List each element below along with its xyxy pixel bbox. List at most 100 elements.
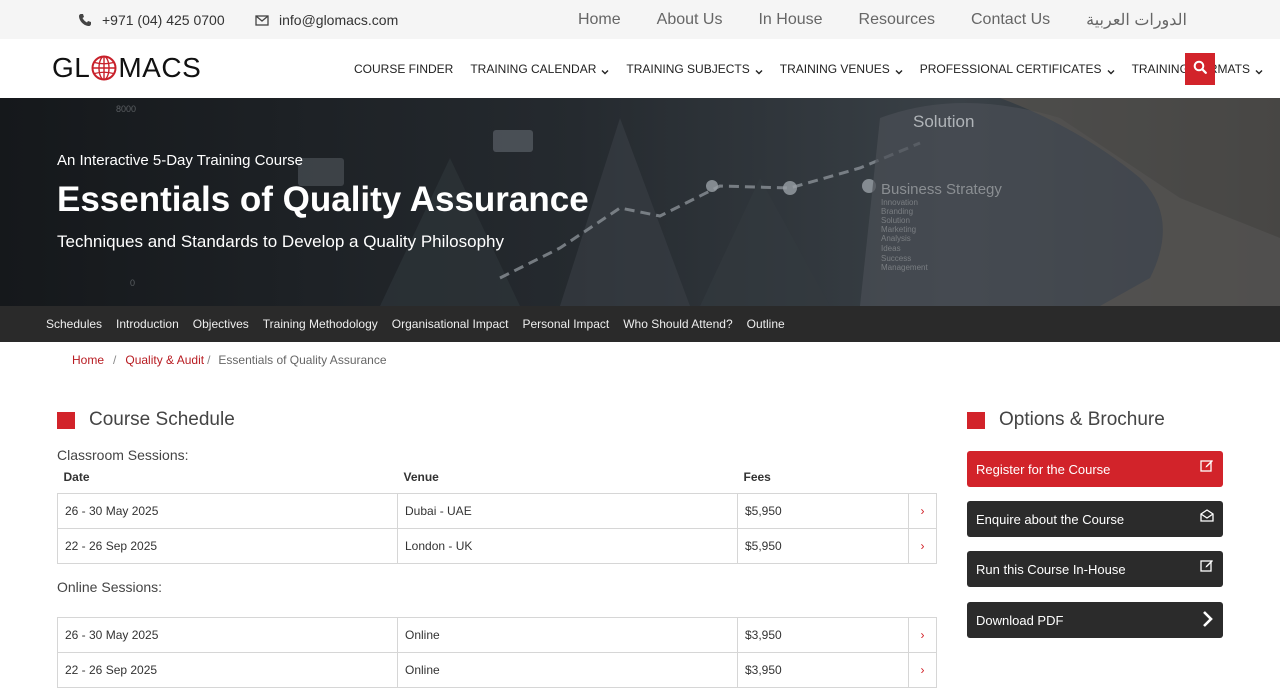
toplink-home[interactable]: Home: [578, 11, 621, 29]
course-schedule-heading: Course Schedule: [57, 409, 235, 431]
column-header-fees: Fees: [743, 470, 771, 485]
hero-bg-word: Business Strategy: [881, 181, 1002, 198]
course-schedule-title: Course Schedule: [89, 409, 235, 430]
hero-bg-word: Solution: [881, 216, 910, 225]
search-button[interactable]: [1185, 53, 1215, 85]
hero-bg-axis-label: 8000: [116, 104, 136, 114]
session-date: 26 - 30 May 2025: [57, 492, 398, 529]
logo-text-left: GL: [52, 52, 91, 83]
chevron-right-icon[interactable]: ›: [908, 652, 937, 688]
logo-text-right: MACS: [118, 52, 202, 83]
toplink-resources[interactable]: Resources: [859, 11, 935, 29]
button-label: Run this Course In-House: [976, 561, 1126, 577]
section-link-personal-impact[interactable]: Personal Impact: [523, 317, 610, 331]
envelope-icon: [255, 13, 269, 27]
classroom-sessions-label: Classroom Sessions:: [57, 447, 189, 463]
column-header-venue: Venue: [403, 470, 439, 485]
column-header-action: [909, 462, 937, 493]
nav-training-subjects[interactable]: TRAINING SUBJECTS: [626, 61, 763, 76]
online-sessions-label: Online Sessions:: [57, 579, 163, 595]
toplink-about-us[interactable]: About Us: [657, 11, 723, 29]
toplink-arabic-courses[interactable]: الدورات العربية: [1086, 10, 1187, 30]
session-fees: $3,950: [737, 617, 909, 653]
chevron-down-icon: [1255, 65, 1263, 74]
chevron-down-icon: [1107, 65, 1115, 74]
breadcrumb: Home / Quality & Audit / Essentials of Q…: [72, 353, 387, 367]
nav-label: PROFESSIONAL CERTIFICATES: [919, 61, 1102, 76]
phone-icon: [78, 13, 92, 27]
section-link-organisational-impact[interactable]: Organisational Impact: [392, 317, 509, 331]
session-venue: London - UK: [397, 527, 738, 564]
section-link-who-should-attend[interactable]: Who Should Attend?: [623, 317, 732, 331]
top-links: Home About Us In House Resources Contact…: [542, 0, 1187, 39]
run-in-house-button[interactable]: Run this Course In-House: [967, 551, 1223, 587]
button-label: Enquire about the Course: [976, 511, 1125, 527]
session-date: 22 - 26 Sep 2025: [57, 527, 398, 564]
breadcrumb-category[interactable]: Quality & Audit: [125, 353, 204, 367]
envelope-open-icon: [1200, 508, 1214, 522]
hero-bg-word: Branding: [881, 207, 913, 216]
nav-training-calendar[interactable]: TRAINING CALENDAR: [470, 62, 609, 76]
hero-banner: Solution Business Strategy Innovation Br…: [0, 98, 1280, 306]
section-link-introduction[interactable]: Introduction: [116, 317, 179, 331]
email-contact[interactable]: info@glomacs.com: [255, 0, 398, 39]
classroom-schedule-table: Date Venue Fees 26 - 30 May 2025 Dubai -…: [57, 462, 937, 564]
session-fees: $5,950: [737, 527, 909, 564]
toplink-in-house[interactable]: In House: [758, 11, 822, 29]
section-link-outline[interactable]: Outline: [747, 317, 785, 331]
top-bar: +971 (04) 425 0700 info@glomacs.com Home…: [0, 0, 1280, 39]
main-nav: COURSE FINDER TRAINING CALENDAR TRAINING…: [354, 39, 1280, 98]
button-label: Download PDF: [976, 612, 1064, 628]
chevron-right-icon[interactable]: ›: [908, 617, 937, 653]
section-link-schedules[interactable]: Schedules: [46, 317, 102, 331]
nav-label: TRAINING CALENDAR: [470, 61, 597, 76]
chevron-right-icon[interactable]: ›: [908, 527, 937, 564]
email-address: info@glomacs.com: [279, 11, 399, 28]
session-date: 26 - 30 May 2025: [57, 617, 398, 653]
phone-number: +971 (04) 425 0700: [102, 11, 225, 28]
session-date: 22 - 26 Sep 2025: [57, 652, 398, 688]
chevron-right-icon[interactable]: ›: [908, 492, 937, 529]
options-brochure-title: Options & Brochure: [999, 409, 1165, 430]
phone-contact[interactable]: +971 (04) 425 0700: [78, 0, 225, 39]
session-venue: Online: [397, 652, 738, 688]
table-row[interactable]: 22 - 26 Sep 2025 London - UK $5,950 ›: [57, 527, 937, 564]
chevron-down-icon: [755, 65, 763, 74]
enquire-course-button[interactable]: Enquire about the Course: [967, 501, 1223, 537]
toplink-contact-us[interactable]: Contact Us: [971, 11, 1050, 29]
section-nav: Schedules Introduction Objectives Traini…: [0, 306, 1280, 342]
table-row[interactable]: 26 - 30 May 2025 Online $3,950 ›: [57, 617, 937, 653]
page-subtitle: Techniques and Standards to Develop a Qu…: [57, 232, 505, 251]
hero-bg-axis-label: 0: [130, 278, 135, 288]
options-brochure-heading: Options & Brochure: [967, 409, 1165, 431]
nav-course-finder[interactable]: COURSE FINDER: [354, 62, 453, 76]
chevron-down-icon: [601, 65, 609, 74]
breadcrumb-home[interactable]: Home: [72, 353, 104, 367]
session-fees: $3,950: [737, 652, 909, 688]
online-schedule-table: 26 - 30 May 2025 Online $3,950 › 22 - 26…: [57, 617, 937, 688]
chevron-down-icon: [895, 65, 903, 74]
download-pdf-button[interactable]: Download PDF: [967, 602, 1223, 638]
breadcrumb-separator: /: [207, 353, 211, 367]
nav-professional-certificates[interactable]: PROFESSIONAL CERTIFICATES: [920, 62, 1115, 76]
nav-training-venues[interactable]: TRAINING VENUES: [780, 62, 903, 76]
hero-bg-word: Success: [881, 254, 911, 263]
hero-bg-word: Innovation: [881, 198, 918, 207]
section-link-objectives[interactable]: Objectives: [193, 317, 249, 331]
hero-bg-word: Analysis: [881, 234, 911, 243]
table-row[interactable]: 22 - 26 Sep 2025 Online $3,950 ›: [57, 652, 937, 688]
table-header-row: Date Venue Fees: [58, 462, 937, 493]
hero-bg-word: Ideas: [881, 244, 901, 253]
session-fees: $5,950: [737, 492, 909, 529]
glomacs-logo[interactable]: GL MACS: [52, 52, 202, 83]
nav-label: COURSE FINDER: [354, 61, 454, 76]
register-course-button[interactable]: Register for the Course: [967, 451, 1223, 487]
button-label: Register for the Course: [976, 461, 1111, 477]
section-link-training-methodology[interactable]: Training Methodology: [263, 317, 378, 331]
edit-icon: [1200, 558, 1214, 572]
table-row[interactable]: 26 - 30 May 2025 Dubai - UAE $5,950 ›: [57, 492, 937, 529]
nav-label: TRAINING SUBJECTS: [626, 61, 750, 76]
session-venue: Dubai - UAE: [397, 492, 738, 529]
hero-bg-word: Solution: [913, 112, 974, 131]
chevron-right-icon: [1200, 611, 1214, 627]
